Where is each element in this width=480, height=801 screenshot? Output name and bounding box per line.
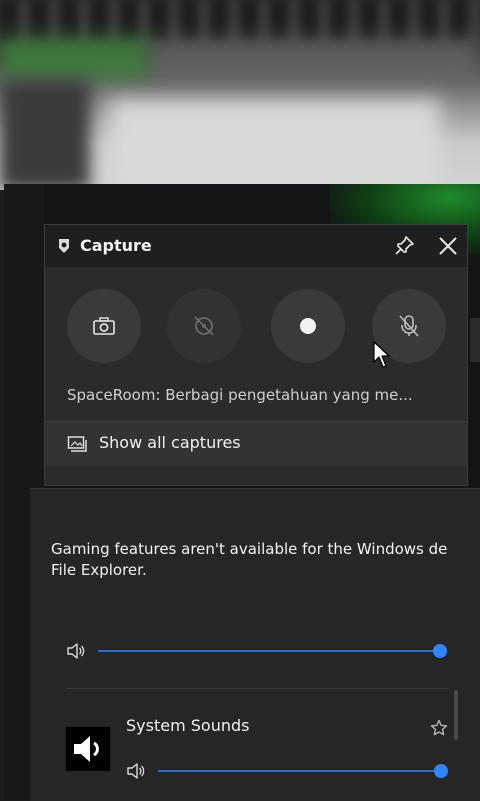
capture-title: Capture bbox=[80, 236, 152, 255]
star-icon[interactable] bbox=[430, 719, 448, 737]
gaming-features-notice: Gaming features aren't available for the… bbox=[51, 539, 480, 581]
capture-title-bar[interactable]: Capture bbox=[45, 225, 467, 267]
notice-line-1: Gaming features aren't available for the… bbox=[51, 540, 448, 558]
desktop-backdrop bbox=[0, 0, 480, 190]
show-all-captures-label: Show all captures bbox=[99, 433, 241, 452]
mic-off-icon bbox=[399, 315, 419, 337]
screenshot-button[interactable] bbox=[67, 289, 141, 363]
record-last-icon bbox=[194, 316, 214, 336]
show-all-captures-button[interactable]: Show all captures bbox=[45, 421, 467, 466]
record-last-30s-button[interactable] bbox=[167, 289, 241, 363]
app-volume-thumb[interactable] bbox=[434, 764, 448, 778]
audio-widget: Gaming features aren't available for the… bbox=[30, 488, 480, 801]
mouse-cursor-icon bbox=[373, 341, 390, 368]
adjacent-widget-edge bbox=[470, 318, 480, 362]
capture-target-label: SpaceRoom: Berbagi pengetahuan yang me..… bbox=[67, 386, 413, 404]
app-volume-track[interactable] bbox=[158, 770, 441, 772]
master-volume-thumb[interactable] bbox=[433, 644, 447, 658]
master-volume-track[interactable] bbox=[98, 650, 440, 652]
app-volume-slider-row bbox=[126, 759, 456, 783]
app-name: System Sounds bbox=[126, 716, 250, 735]
master-volume-row bbox=[66, 639, 447, 663]
pin-icon[interactable] bbox=[392, 234, 416, 258]
capture-widget: Capture SpaceRoom: Berbagi pengetahuan y… bbox=[44, 224, 468, 486]
scrollbar[interactable] bbox=[454, 690, 458, 740]
camera-icon bbox=[93, 317, 115, 335]
record-icon bbox=[300, 318, 316, 334]
close-icon[interactable] bbox=[435, 233, 461, 259]
gallery-icon bbox=[67, 436, 87, 452]
app-volume-row: System Sounds bbox=[66, 711, 478, 791]
divider bbox=[66, 688, 448, 689]
capture-widget-icon bbox=[59, 239, 69, 253]
notice-line-2: File Explorer. bbox=[51, 561, 147, 579]
speaker-icon[interactable] bbox=[126, 762, 146, 780]
speaker-icon[interactable] bbox=[66, 642, 86, 660]
start-recording-button[interactable] bbox=[271, 289, 345, 363]
system-sounds-icon bbox=[66, 727, 110, 771]
